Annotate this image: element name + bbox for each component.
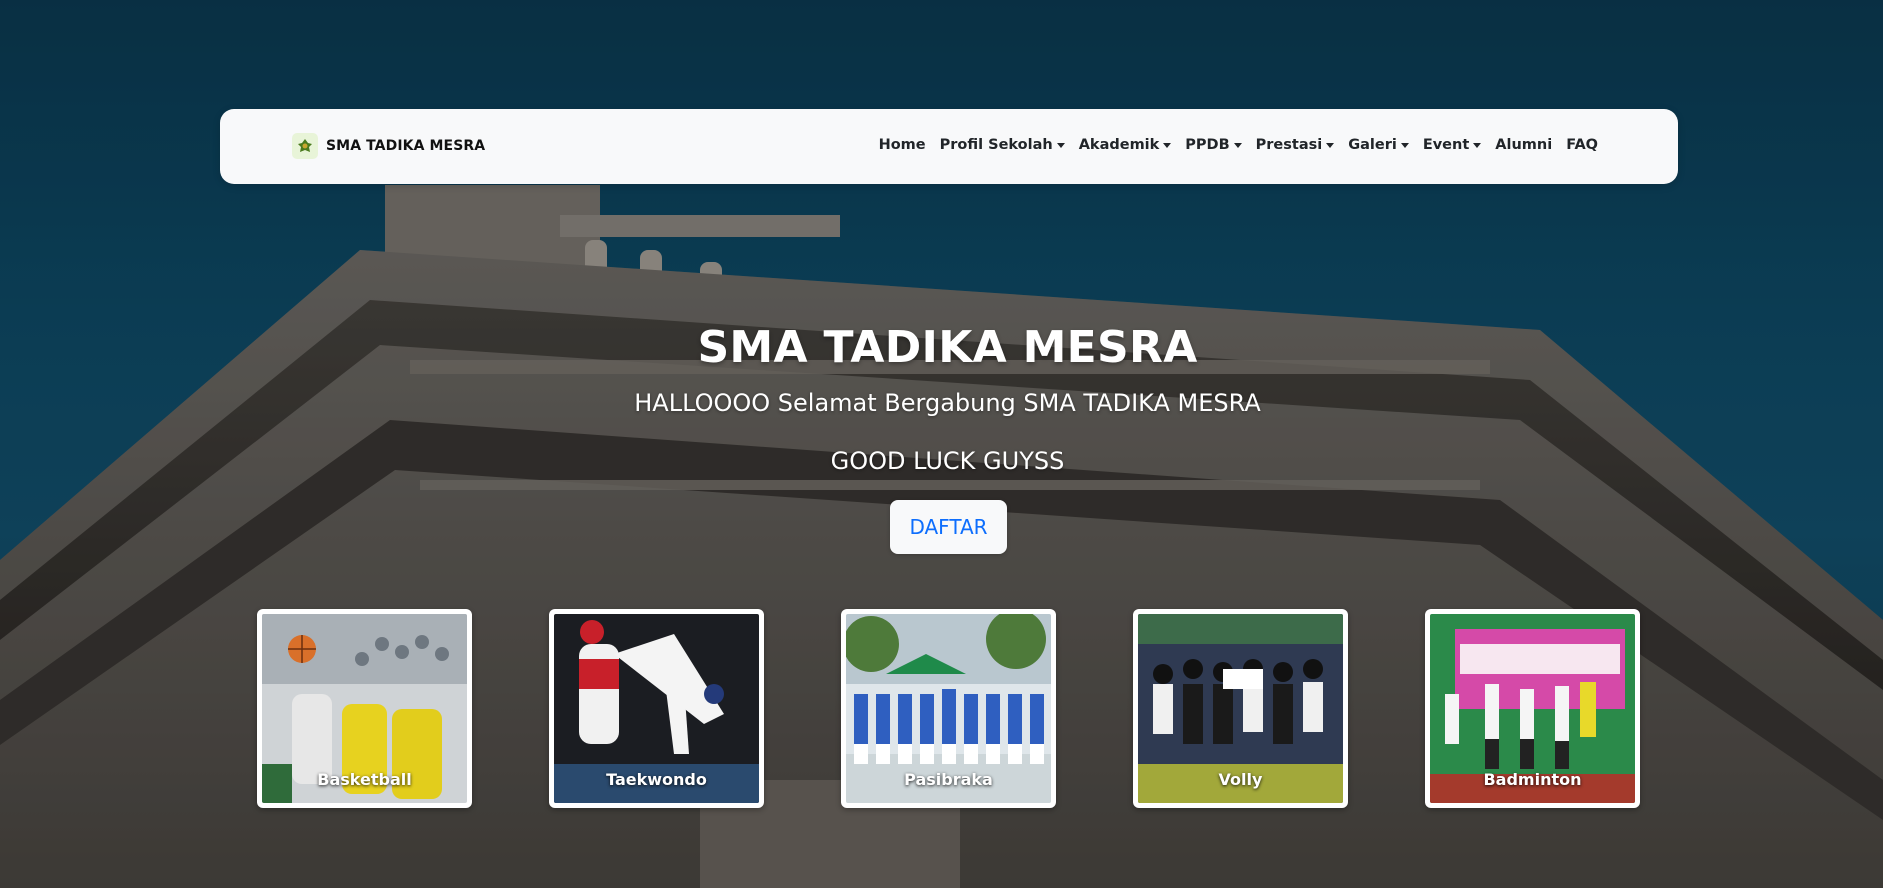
nav-item-profil-sekolah[interactable]: Profil Sekolah (940, 137, 1065, 153)
caret-down-icon (1400, 143, 1409, 148)
nav-item-galeri[interactable]: Galeri (1348, 137, 1409, 153)
card-label: Basketball (317, 770, 412, 789)
card-pasibraka[interactable]: Pasibraka (841, 609, 1056, 808)
brand-link[interactable]: SMA TADIKA MESRA (292, 133, 485, 159)
volleyball-photo: Volly (1138, 614, 1343, 803)
badminton-photo: Badminton (1430, 614, 1635, 803)
brand-name: SMA TADIKA MESRA (326, 138, 486, 154)
nav-label: Akademik (1078, 137, 1160, 153)
nav-label: FAQ (1566, 137, 1598, 153)
pasibraka-photo: Pasibraka (846, 614, 1051, 803)
nav-label: Home (878, 137, 926, 153)
nav-label: Profil Sekolah (939, 137, 1053, 153)
nav-label: Galeri (1348, 137, 1397, 153)
navbar: SMA TADIKA MESRA Home Profil Sekolah Aka… (220, 109, 1678, 184)
card-label: Pasibraka (904, 770, 993, 789)
hero-title: SMA TADIKA MESRA (697, 322, 1198, 373)
nav-label: PPDB (1185, 137, 1230, 153)
hero-subtitle: HALLOOOO Selamat Bergabung SMA TADIKA ME… (634, 389, 1261, 417)
nav-item-event[interactable]: Event (1422, 137, 1482, 153)
nav-label: Alumni (1495, 137, 1553, 153)
nav-item-faq[interactable]: FAQ (1566, 137, 1598, 153)
basketball-photo: Basketball (262, 614, 467, 803)
card-volly[interactable]: Volly (1133, 609, 1348, 808)
caret-down-icon (1056, 143, 1065, 148)
caret-down-icon (1233, 143, 1242, 148)
card-label: Volly (1218, 770, 1263, 789)
card-taekwondo[interactable]: Taekwondo (549, 609, 764, 808)
hero-subtitle-2: GOOD LUCK GUYSS (830, 447, 1065, 475)
caret-down-icon (1163, 143, 1172, 148)
nav-item-akademik[interactable]: Akademik (1079, 137, 1172, 153)
taekwondo-photo: Taekwondo (554, 614, 759, 803)
card-label: Taekwondo (606, 770, 707, 789)
card-basketball[interactable]: Basketball (257, 609, 472, 808)
daftar-button[interactable]: DAFTAR (890, 500, 1007, 554)
school-logo-icon (292, 133, 318, 159)
card-label: Badminton (1483, 770, 1582, 789)
nav-item-prestasi[interactable]: Prestasi (1256, 137, 1335, 153)
caret-down-icon (1473, 143, 1482, 148)
nav-item-ppdb[interactable]: PPDB (1185, 137, 1242, 153)
card-badminton[interactable]: Badminton (1425, 609, 1640, 808)
nav-item-alumni[interactable]: Alumni (1495, 137, 1552, 153)
caret-down-icon (1326, 143, 1335, 148)
nav-menu: Home Profil Sekolah Akademik PPDB Presta… (879, 137, 1598, 153)
nav-label: Event (1422, 137, 1470, 153)
nav-item-home[interactable]: Home (879, 137, 926, 153)
nav-label: Prestasi (1255, 137, 1323, 153)
